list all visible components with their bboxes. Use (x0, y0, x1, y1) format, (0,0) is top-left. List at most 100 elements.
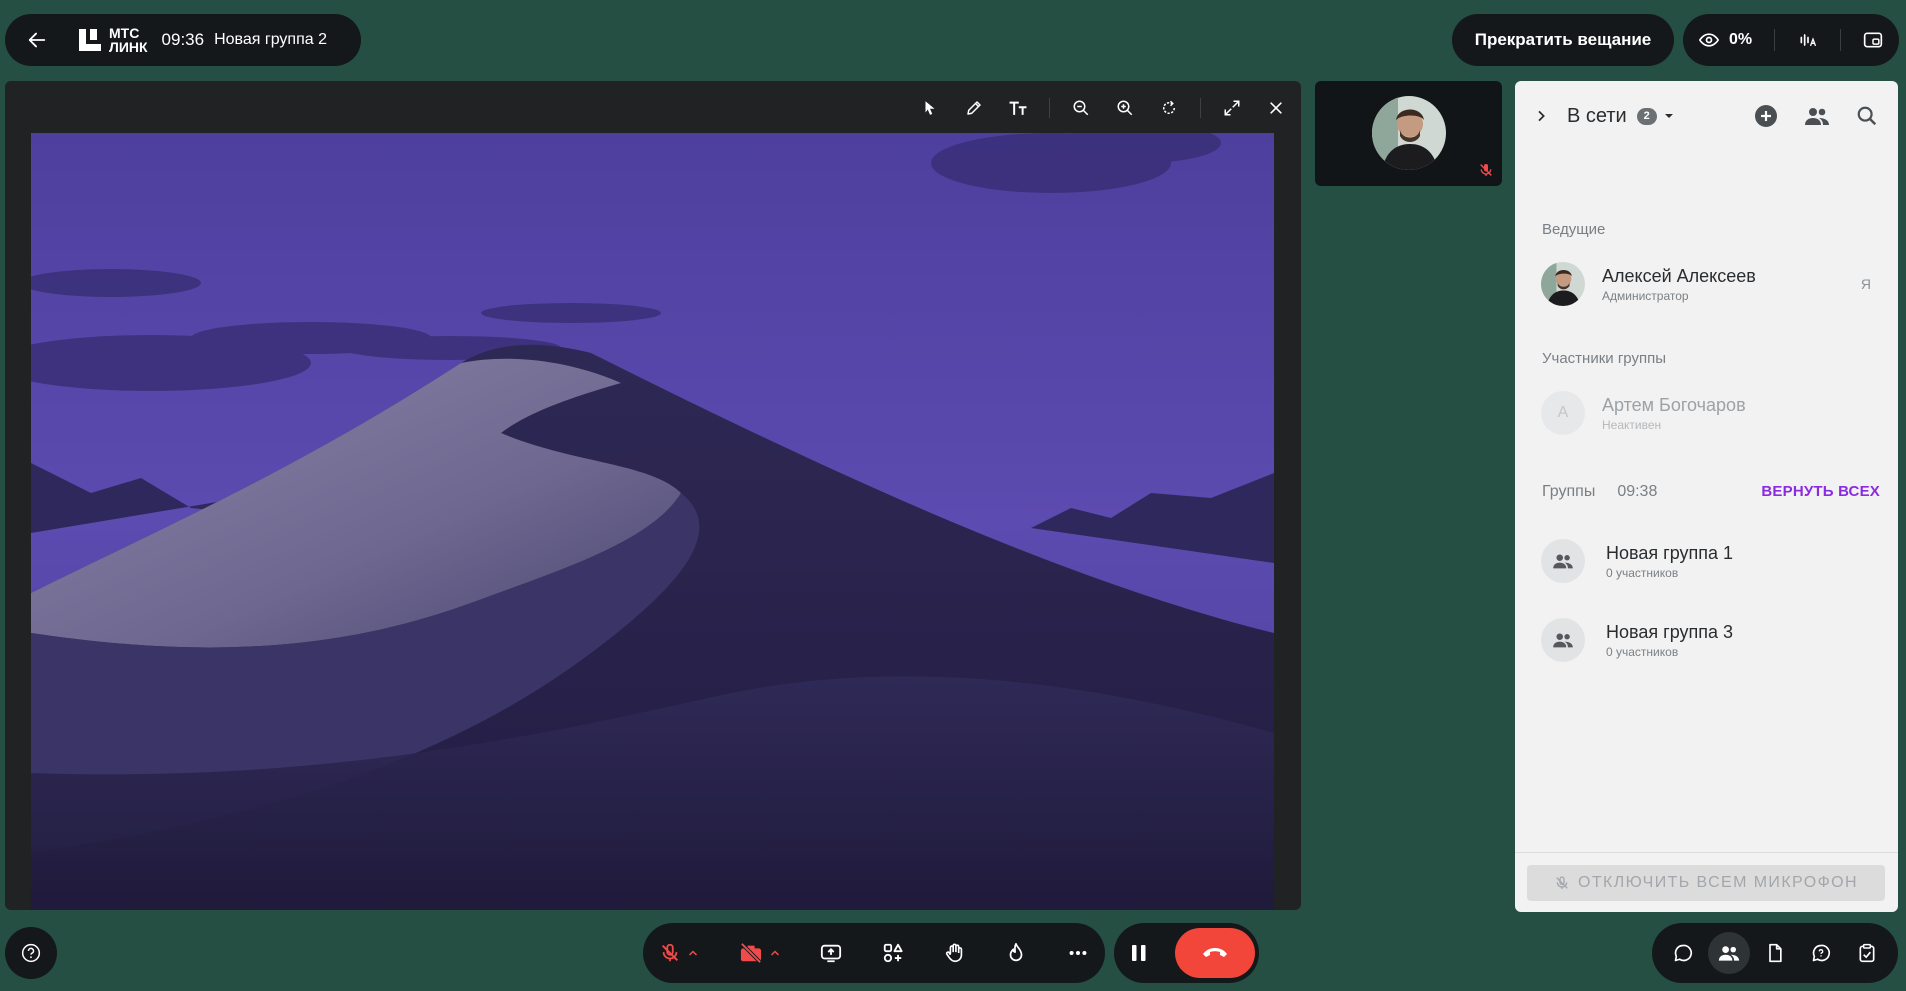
more-options-button[interactable] (1067, 923, 1089, 983)
chevron-up-icon (688, 950, 698, 956)
fullscreen-button[interactable] (1219, 95, 1245, 121)
camera-toggle-button[interactable] (739, 942, 763, 964)
camera-off-icon (740, 942, 762, 964)
back-button[interactable] (13, 16, 61, 64)
close-icon (1270, 102, 1282, 114)
self-video-tile[interactable] (1315, 81, 1502, 186)
apps-button[interactable] (882, 923, 904, 983)
pointer-icon (925, 101, 935, 115)
avatar (1541, 262, 1585, 306)
audio-settings-button[interactable] (1798, 30, 1818, 50)
pencil-tool-button[interactable] (961, 95, 987, 121)
pointer-tool-button[interactable] (917, 95, 943, 121)
questions-button[interactable] (1800, 932, 1842, 974)
pause-broadcast-button[interactable] (1130, 943, 1148, 963)
shared-image-dunes (31, 133, 1274, 910)
participant-row-presenter[interactable]: Алексей Алексеев Администратор Я (1541, 261, 1871, 307)
chevron-right-icon (1538, 110, 1545, 122)
raise-hand-button[interactable] (944, 923, 966, 983)
stop-broadcast-button[interactable]: Прекратить вещание (1452, 14, 1674, 66)
panel-header: В сети 2 (1515, 81, 1898, 151)
mic-off-icon (661, 943, 679, 962)
camera-options-button[interactable] (769, 947, 781, 959)
group-avatar (1541, 618, 1585, 662)
divider (1774, 29, 1776, 51)
zoom-out-button[interactable] (1068, 95, 1094, 121)
chat-button[interactable] (1662, 932, 1704, 974)
microphone-control (659, 923, 699, 983)
help-button[interactable] (5, 927, 57, 979)
expand-icon (1224, 100, 1240, 116)
arrow-left-icon (28, 32, 46, 48)
participants-button[interactable] (1708, 932, 1750, 974)
zoom-in-button[interactable] (1112, 95, 1138, 121)
viewers-indicator[interactable]: 0% (1699, 30, 1752, 50)
pip-icon (1863, 32, 1883, 48)
panel-filter-dropdown[interactable] (1661, 108, 1677, 124)
eye-icon (1699, 33, 1719, 47)
avatar: А (1541, 391, 1585, 435)
panel-actions (1754, 104, 1878, 128)
people-icon (1805, 108, 1829, 125)
reactions-button[interactable] (1005, 923, 1027, 983)
groups-timer: 09:38 (1617, 483, 1658, 500)
call-controls (1114, 923, 1259, 983)
top-stats-bar: 0% (1683, 14, 1899, 66)
divider (1049, 98, 1050, 118)
room-name: Новая группа 2 (214, 31, 327, 48)
mute-all-button[interactable]: ОТКЛЮЧИТЬ ВСЕМ МИКРОФОН (1527, 865, 1885, 901)
zoom-in-icon (1117, 100, 1133, 116)
rotate-button[interactable] (1156, 95, 1182, 121)
group-member-count: 0 участников (1606, 565, 1679, 580)
groups-button[interactable] (1804, 105, 1830, 127)
group-row[interactable]: Новая группа 3 0 участников (1541, 617, 1871, 663)
tasks-button[interactable] (1846, 932, 1888, 974)
text-icon (1009, 101, 1027, 115)
apps-add-icon (883, 943, 903, 963)
caret-down-icon (1664, 114, 1673, 118)
collapse-panel-button[interactable] (1533, 108, 1549, 124)
divider (1839, 29, 1841, 51)
rotate-icon (1163, 100, 1176, 114)
search-icon (1857, 106, 1877, 126)
mic-off-icon (1480, 164, 1492, 176)
share-screen-button[interactable] (820, 923, 842, 983)
people-icon (1553, 554, 1573, 569)
microphone-toggle-button[interactable] (659, 942, 681, 964)
more-horizontal-icon (1069, 950, 1087, 956)
picture-in-picture-button[interactable] (1863, 30, 1883, 50)
groups-header: Группы 09:38 ВЕРНУТЬ ВСЕХ (1542, 483, 1880, 501)
microphone-options-button[interactable] (687, 947, 699, 959)
add-participant-button[interactable] (1754, 104, 1778, 128)
meeting-clock: 09:36 (161, 30, 205, 49)
self-mic-muted-indicator (1478, 162, 1494, 178)
online-count-badge: 2 (1636, 107, 1657, 125)
plus-circle-icon (1755, 105, 1777, 127)
participant-name: Артем Богочаров (1602, 394, 1746, 415)
return-all-button[interactable]: ВЕРНУТЬ ВСЕХ (1761, 483, 1880, 501)
flame-icon (1009, 942, 1023, 962)
chat-bubble-icon (1674, 944, 1693, 962)
participant-row-member[interactable]: А Артем Богочаров Неактивен (1541, 390, 1871, 436)
zoom-out-icon (1073, 100, 1089, 116)
presentation-stage (5, 81, 1301, 910)
text-tool-button[interactable] (1005, 95, 1031, 121)
self-marker: Я (1860, 276, 1871, 292)
question-circle-icon (21, 943, 41, 963)
close-stage-button[interactable] (1263, 95, 1289, 121)
hang-up-icon (1203, 948, 1227, 957)
document-icon (1769, 943, 1782, 963)
user-photo (1541, 262, 1585, 306)
mts-link-logo: МТС ЛИНК (77, 26, 148, 54)
clipboard-check-icon (1859, 943, 1875, 963)
participant-role: Администратор (1602, 288, 1689, 303)
group-row[interactable]: Новая группа 1 0 участников (1541, 538, 1871, 584)
search-participants-button[interactable] (1856, 105, 1878, 127)
leave-call-button[interactable] (1175, 928, 1255, 978)
mic-off-icon (1556, 876, 1568, 889)
files-button[interactable] (1754, 932, 1796, 974)
media-controls-bar (643, 923, 1105, 983)
viewers-percent: 0% (1729, 31, 1753, 48)
group-name: Новая группа 1 (1606, 542, 1734, 563)
pause-icon (1132, 945, 1146, 961)
